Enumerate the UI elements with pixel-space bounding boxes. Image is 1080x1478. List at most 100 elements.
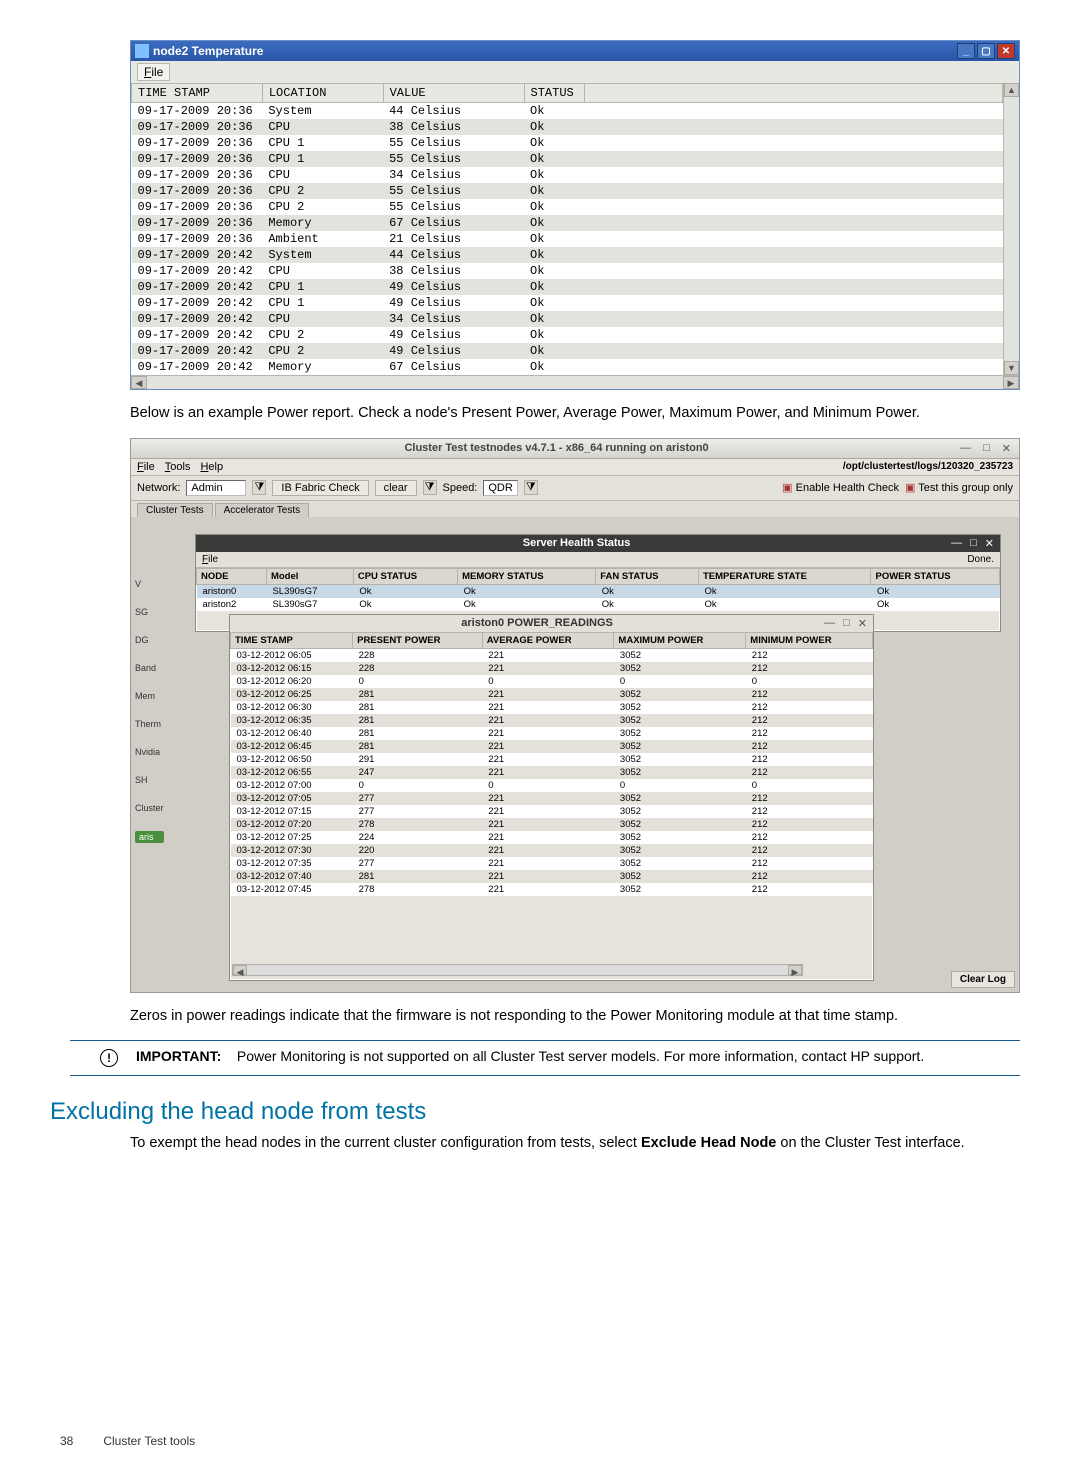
power-h-scrollbar[interactable]: ◀ ▶: [232, 964, 803, 976]
clear-spin-icon[interactable]: ⧩: [423, 480, 437, 495]
tab-cluster-tests[interactable]: Cluster Tests: [137, 503, 213, 517]
temperature-row[interactable]: 09-17-2009 20:42Memory67 CelsiusOk: [132, 359, 1003, 375]
power-max-icon[interactable]: □: [843, 617, 850, 630]
temperature-row[interactable]: 09-17-2009 20:36CPU 255 CelsiusOk: [132, 183, 1003, 199]
temperature-row[interactable]: 09-17-2009 20:36Ambient21 CelsiusOk: [132, 231, 1003, 247]
health-col-header[interactable]: Model: [266, 568, 353, 584]
power-row[interactable]: 03-12-2012 06:502912213052212: [231, 753, 873, 766]
speed-field[interactable]: QDR: [483, 480, 517, 496]
vertical-scrollbar[interactable]: ▲ ▼: [1003, 83, 1019, 375]
ct-menu-file[interactable]: File: [137, 461, 155, 473]
power-close-icon[interactable]: ✕: [858, 617, 867, 630]
power-scroll-left-icon[interactable]: ◀: [233, 965, 247, 975]
tab-accelerator-tests[interactable]: Accelerator Tests: [215, 503, 310, 517]
minimize-button[interactable]: _: [957, 43, 975, 59]
page-number: 38: [60, 1434, 100, 1448]
enable-health-checkbox[interactable]: Enable Health Check: [782, 481, 899, 494]
power-row[interactable]: 03-12-2012 07:302202213052212: [231, 844, 873, 857]
temperature-row[interactable]: 09-17-2009 20:42CPU 149 CelsiusOk: [132, 295, 1003, 311]
power-row[interactable]: 03-12-2012 06:152282213052212: [231, 662, 873, 675]
maximize-button[interactable]: ▢: [977, 43, 995, 59]
health-max-icon[interactable]: □: [970, 537, 977, 550]
health-col-header[interactable]: POWER STATUS: [871, 568, 1000, 584]
power-row[interactable]: 03-12-2012 07:152772213052212: [231, 805, 873, 818]
power-row[interactable]: 03-12-2012 06:302812213052212: [231, 701, 873, 714]
power-row[interactable]: 03-12-2012 06:052282213052212: [231, 648, 873, 662]
power-row[interactable]: 03-12-2012 06:352812213052212: [231, 714, 873, 727]
temperature-col-header[interactable]: VALUE: [383, 84, 524, 103]
power-titlebar[interactable]: ariston0 POWER_READINGS —□✕: [230, 615, 873, 632]
power-row[interactable]: 03-12-2012 06:552472213052212: [231, 766, 873, 779]
temperature-col-header[interactable]: LOCATION: [262, 84, 383, 103]
ib-fabric-button[interactable]: IB Fabric Check: [272, 480, 368, 496]
clear-log-button[interactable]: Clear Log: [951, 971, 1015, 988]
scroll-up-icon[interactable]: ▲: [1004, 83, 1019, 97]
power-row[interactable]: 03-12-2012 07:202782213052212: [231, 818, 873, 831]
health-col-header[interactable]: TEMPERATURE STATE: [698, 568, 871, 584]
ct-titlebar[interactable]: Cluster Test testnodes v4.7.1 - x86_64 r…: [131, 439, 1019, 459]
ct-menu-help[interactable]: Help: [200, 461, 223, 473]
power-row[interactable]: 03-12-2012 06:252812213052212: [231, 688, 873, 701]
speed-spin-icon[interactable]: ⧩: [524, 480, 538, 495]
temperature-row[interactable]: 09-17-2009 20:36Memory67 CelsiusOk: [132, 215, 1003, 231]
important-note: ! IMPORTANT: Power Monitoring is not sup…: [70, 1040, 1020, 1076]
close-button[interactable]: ✕: [997, 43, 1015, 59]
power-col-header[interactable]: TIME STAMP: [231, 632, 353, 648]
test-group-checkbox[interactable]: Test this group only: [905, 481, 1013, 494]
temperature-row[interactable]: 09-17-2009 20:42CPU 149 CelsiusOk: [132, 279, 1003, 295]
temperature-row[interactable]: 09-17-2009 20:36CPU38 CelsiusOk: [132, 119, 1003, 135]
temperature-row[interactable]: 09-17-2009 20:36CPU 155 CelsiusOk: [132, 135, 1003, 151]
health-col-header[interactable]: FAN STATUS: [596, 568, 699, 584]
temperature-col-header[interactable]: TIME STAMP: [132, 84, 263, 103]
power-row[interactable]: 03-12-2012 07:402812213052212: [231, 870, 873, 883]
temperature-row[interactable]: 09-17-2009 20:36System44 CelsiusOk: [132, 103, 1003, 120]
power-col-header[interactable]: MAXIMUM POWER: [614, 632, 746, 648]
temperature-col-header[interactable]: STATUS: [524, 84, 584, 103]
ct-minimize-icon[interactable]: —: [960, 442, 971, 455]
health-col-header[interactable]: CPU STATUS: [353, 568, 457, 584]
ct-maximize-icon[interactable]: □: [983, 442, 990, 455]
health-row[interactable]: ariston0SL390sG7OkOkOkOkOk: [197, 584, 1000, 598]
temperature-titlebar[interactable]: node2 Temperature _ ▢ ✕: [131, 41, 1019, 61]
network-spin-icon[interactable]: ⧩: [252, 480, 266, 495]
health-close-icon[interactable]: ✕: [985, 537, 994, 550]
power-row[interactable]: 03-12-2012 06:452812213052212: [231, 740, 873, 753]
power-row[interactable]: 03-12-2012 06:200000: [231, 675, 873, 688]
ct-close-icon[interactable]: ✕: [1002, 442, 1011, 455]
power-min-icon[interactable]: —: [824, 617, 835, 630]
sidebar-label: Cluster: [135, 803, 164, 813]
menu-file[interactable]: File: [137, 63, 170, 81]
scroll-left-icon[interactable]: ◀: [131, 376, 147, 389]
scroll-right-icon[interactable]: ▶: [1003, 376, 1019, 389]
scroll-down-icon[interactable]: ▼: [1004, 361, 1019, 375]
temperature-row[interactable]: 09-17-2009 20:36CPU 255 CelsiusOk: [132, 199, 1003, 215]
power-row[interactable]: 03-12-2012 07:352772213052212: [231, 857, 873, 870]
power-row[interactable]: 03-12-2012 06:402812213052212: [231, 727, 873, 740]
temperature-row[interactable]: 09-17-2009 20:36CPU34 CelsiusOk: [132, 167, 1003, 183]
temperature-row[interactable]: 09-17-2009 20:42CPU34 CelsiusOk: [132, 311, 1003, 327]
temperature-row[interactable]: 09-17-2009 20:42CPU 249 CelsiusOk: [132, 327, 1003, 343]
exclude-text-a: To exempt the head nodes in the current …: [130, 1135, 641, 1151]
power-row[interactable]: 03-12-2012 07:452782213052212: [231, 883, 873, 896]
power-col-header[interactable]: PRESENT POWER: [353, 632, 483, 648]
power-row[interactable]: 03-12-2012 07:252242213052212: [231, 831, 873, 844]
power-col-header[interactable]: MINIMUM POWER: [746, 632, 873, 648]
temperature-row[interactable]: 09-17-2009 20:36CPU 155 CelsiusOk: [132, 151, 1003, 167]
temperature-row[interactable]: 09-17-2009 20:42CPU 249 CelsiusOk: [132, 343, 1003, 359]
temperature-row[interactable]: 09-17-2009 20:42CPU38 CelsiusOk: [132, 263, 1003, 279]
health-col-header[interactable]: MEMORY STATUS: [458, 568, 596, 584]
ct-menu-tools[interactable]: Tools: [165, 461, 191, 473]
health-min-icon[interactable]: —: [951, 537, 962, 550]
power-scroll-right-icon[interactable]: ▶: [788, 965, 802, 975]
health-col-header[interactable]: NODE: [197, 568, 267, 584]
health-row[interactable]: ariston2SL390sG7OkOkOkOkOk: [197, 598, 1000, 611]
power-row[interactable]: 03-12-2012 07:000000: [231, 779, 873, 792]
health-menu-file[interactable]: File: [202, 554, 218, 565]
clear-button[interactable]: clear: [375, 480, 417, 496]
network-field[interactable]: Admin: [186, 480, 246, 496]
health-titlebar[interactable]: Server Health Status —□✕: [196, 535, 1000, 552]
temperature-row[interactable]: 09-17-2009 20:42System44 CelsiusOk: [132, 247, 1003, 263]
power-row[interactable]: 03-12-2012 07:052772213052212: [231, 792, 873, 805]
power-col-header[interactable]: AVERAGE POWER: [482, 632, 614, 648]
horizontal-scrollbar[interactable]: ◀ ▶: [131, 375, 1019, 389]
